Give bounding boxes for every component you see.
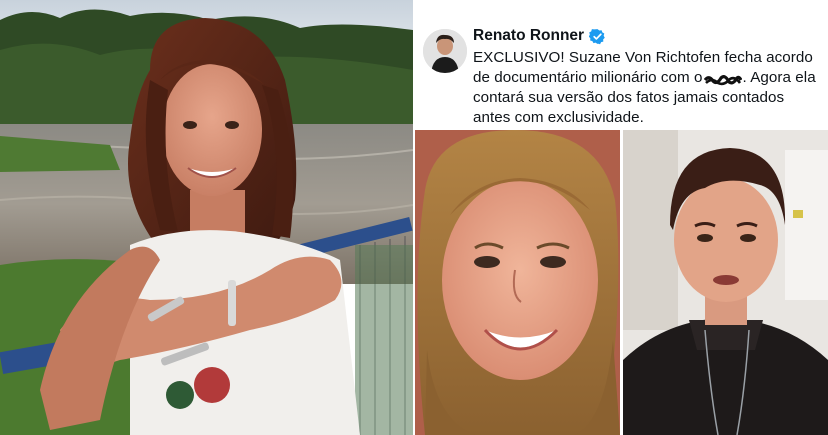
tweet-text: EXCLUSIVO! Suzane Von Richtofen fecha ac… [473, 48, 823, 128]
tweet-card: Renato Ronner EXCLUSIVO! Suzane Von Rich… [415, 0, 828, 435]
tweet-media-image [415, 130, 828, 435]
avatar-image [423, 29, 467, 73]
author-row: Renato Ronner [473, 27, 606, 45]
verified-badge-icon [588, 28, 606, 45]
redacted-scribble-icon [703, 72, 742, 86]
left-photo-woman-by-river [0, 0, 413, 435]
tweet-header: Renato Ronner EXCLUSIVO! Suzane Von Rich… [415, 0, 828, 130]
riverside-portrait-image [0, 0, 413, 435]
author-name[interactable]: Renato Ronner [473, 27, 584, 45]
author-avatar[interactable] [423, 29, 467, 73]
tweet-media[interactable] [415, 130, 828, 435]
